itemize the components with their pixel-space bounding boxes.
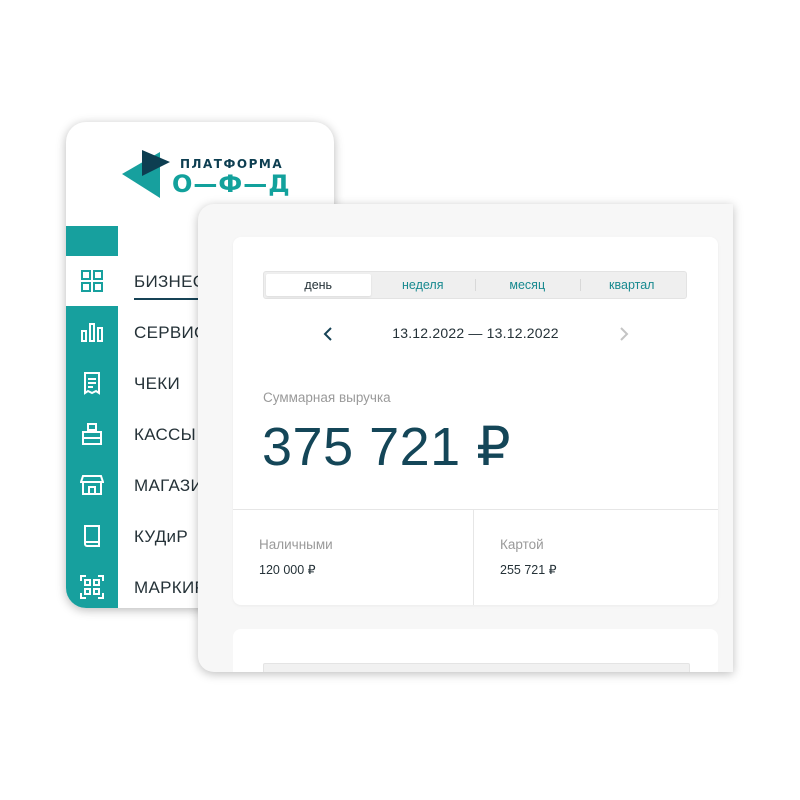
tab-quarter[interactable]: квартал (579, 274, 685, 296)
divider (233, 509, 718, 510)
chevron-right-icon (620, 327, 629, 341)
sidebar-item-business[interactable]: БИЗНЕС (134, 272, 226, 300)
sidebar-item-kudir[interactable]: КУДиР (134, 527, 188, 547)
revenue-panel: день неделя месяц квартал 13.12.2022 — 1… (233, 237, 718, 605)
sidebar-item-receipts[interactable]: ЧЕКИ (134, 374, 180, 394)
sidebar-icon-receipts[interactable] (66, 358, 118, 408)
period-selector: день неделя месяц квартал (263, 271, 687, 299)
cash-label: Наличными (259, 537, 333, 552)
logo-title: ПЛАТФОРМА (180, 157, 284, 171)
qr-code-icon (80, 575, 104, 599)
tab-month[interactable]: месяц (475, 274, 580, 296)
revenue-window: день неделя месяц квартал 13.12.2022 — 1… (198, 204, 733, 672)
sidebar-icon-stores[interactable] (66, 460, 118, 510)
cash-register-icon (82, 423, 102, 445)
secondary-panel (233, 629, 718, 672)
sidebar-icon-business[interactable] (66, 256, 118, 306)
logo-mark-icon (122, 150, 170, 198)
sidebar-item-stores[interactable]: МАГАЗИ (134, 476, 203, 496)
total-revenue-label: Суммарная выручка (263, 390, 391, 405)
receipt-icon (84, 372, 100, 395)
sidebar-icon-service[interactable] (66, 307, 118, 357)
dashboard-grid-icon (81, 270, 103, 292)
date-navigator: 13.12.2022 — 13.12.2022 (233, 321, 718, 347)
cash-block: Наличными 120 000 ₽ (259, 537, 333, 577)
secondary-period-selector[interactable] (263, 663, 690, 672)
total-revenue-value: 375 721 ₽ (262, 417, 512, 477)
card-value: 255 721 ₽ (500, 563, 557, 577)
logo[interactable]: ПЛАТФОРМА О—Ф—Д (120, 148, 330, 204)
sidebar-item-service[interactable]: СЕРВИС (134, 323, 207, 343)
card-block: Картой 255 721 ₽ (500, 537, 557, 577)
sidebar-icon-registers[interactable] (66, 409, 118, 459)
sidebar-icon-kudir[interactable] (66, 511, 118, 561)
sidebar-item-marking[interactable]: МАРКИР (134, 578, 206, 598)
sidebar-icon-marking[interactable] (66, 562, 118, 608)
bar-chart-icon (81, 323, 103, 342)
cash-value: 120 000 ₽ (259, 563, 316, 577)
tab-week[interactable]: неделя (371, 274, 476, 296)
date-range: 13.12.2022 — 13.12.2022 (392, 325, 559, 341)
card-label: Картой (500, 537, 544, 552)
sidebar-rail (66, 226, 118, 608)
next-period-button[interactable] (613, 323, 635, 345)
logo-subtitle: О—Ф—Д (172, 170, 291, 198)
tab-day[interactable]: день (266, 274, 371, 296)
store-icon (80, 475, 104, 495)
divider (473, 509, 474, 605)
book-icon (84, 525, 100, 547)
sidebar-item-registers[interactable]: КАССЫ (134, 425, 196, 445)
